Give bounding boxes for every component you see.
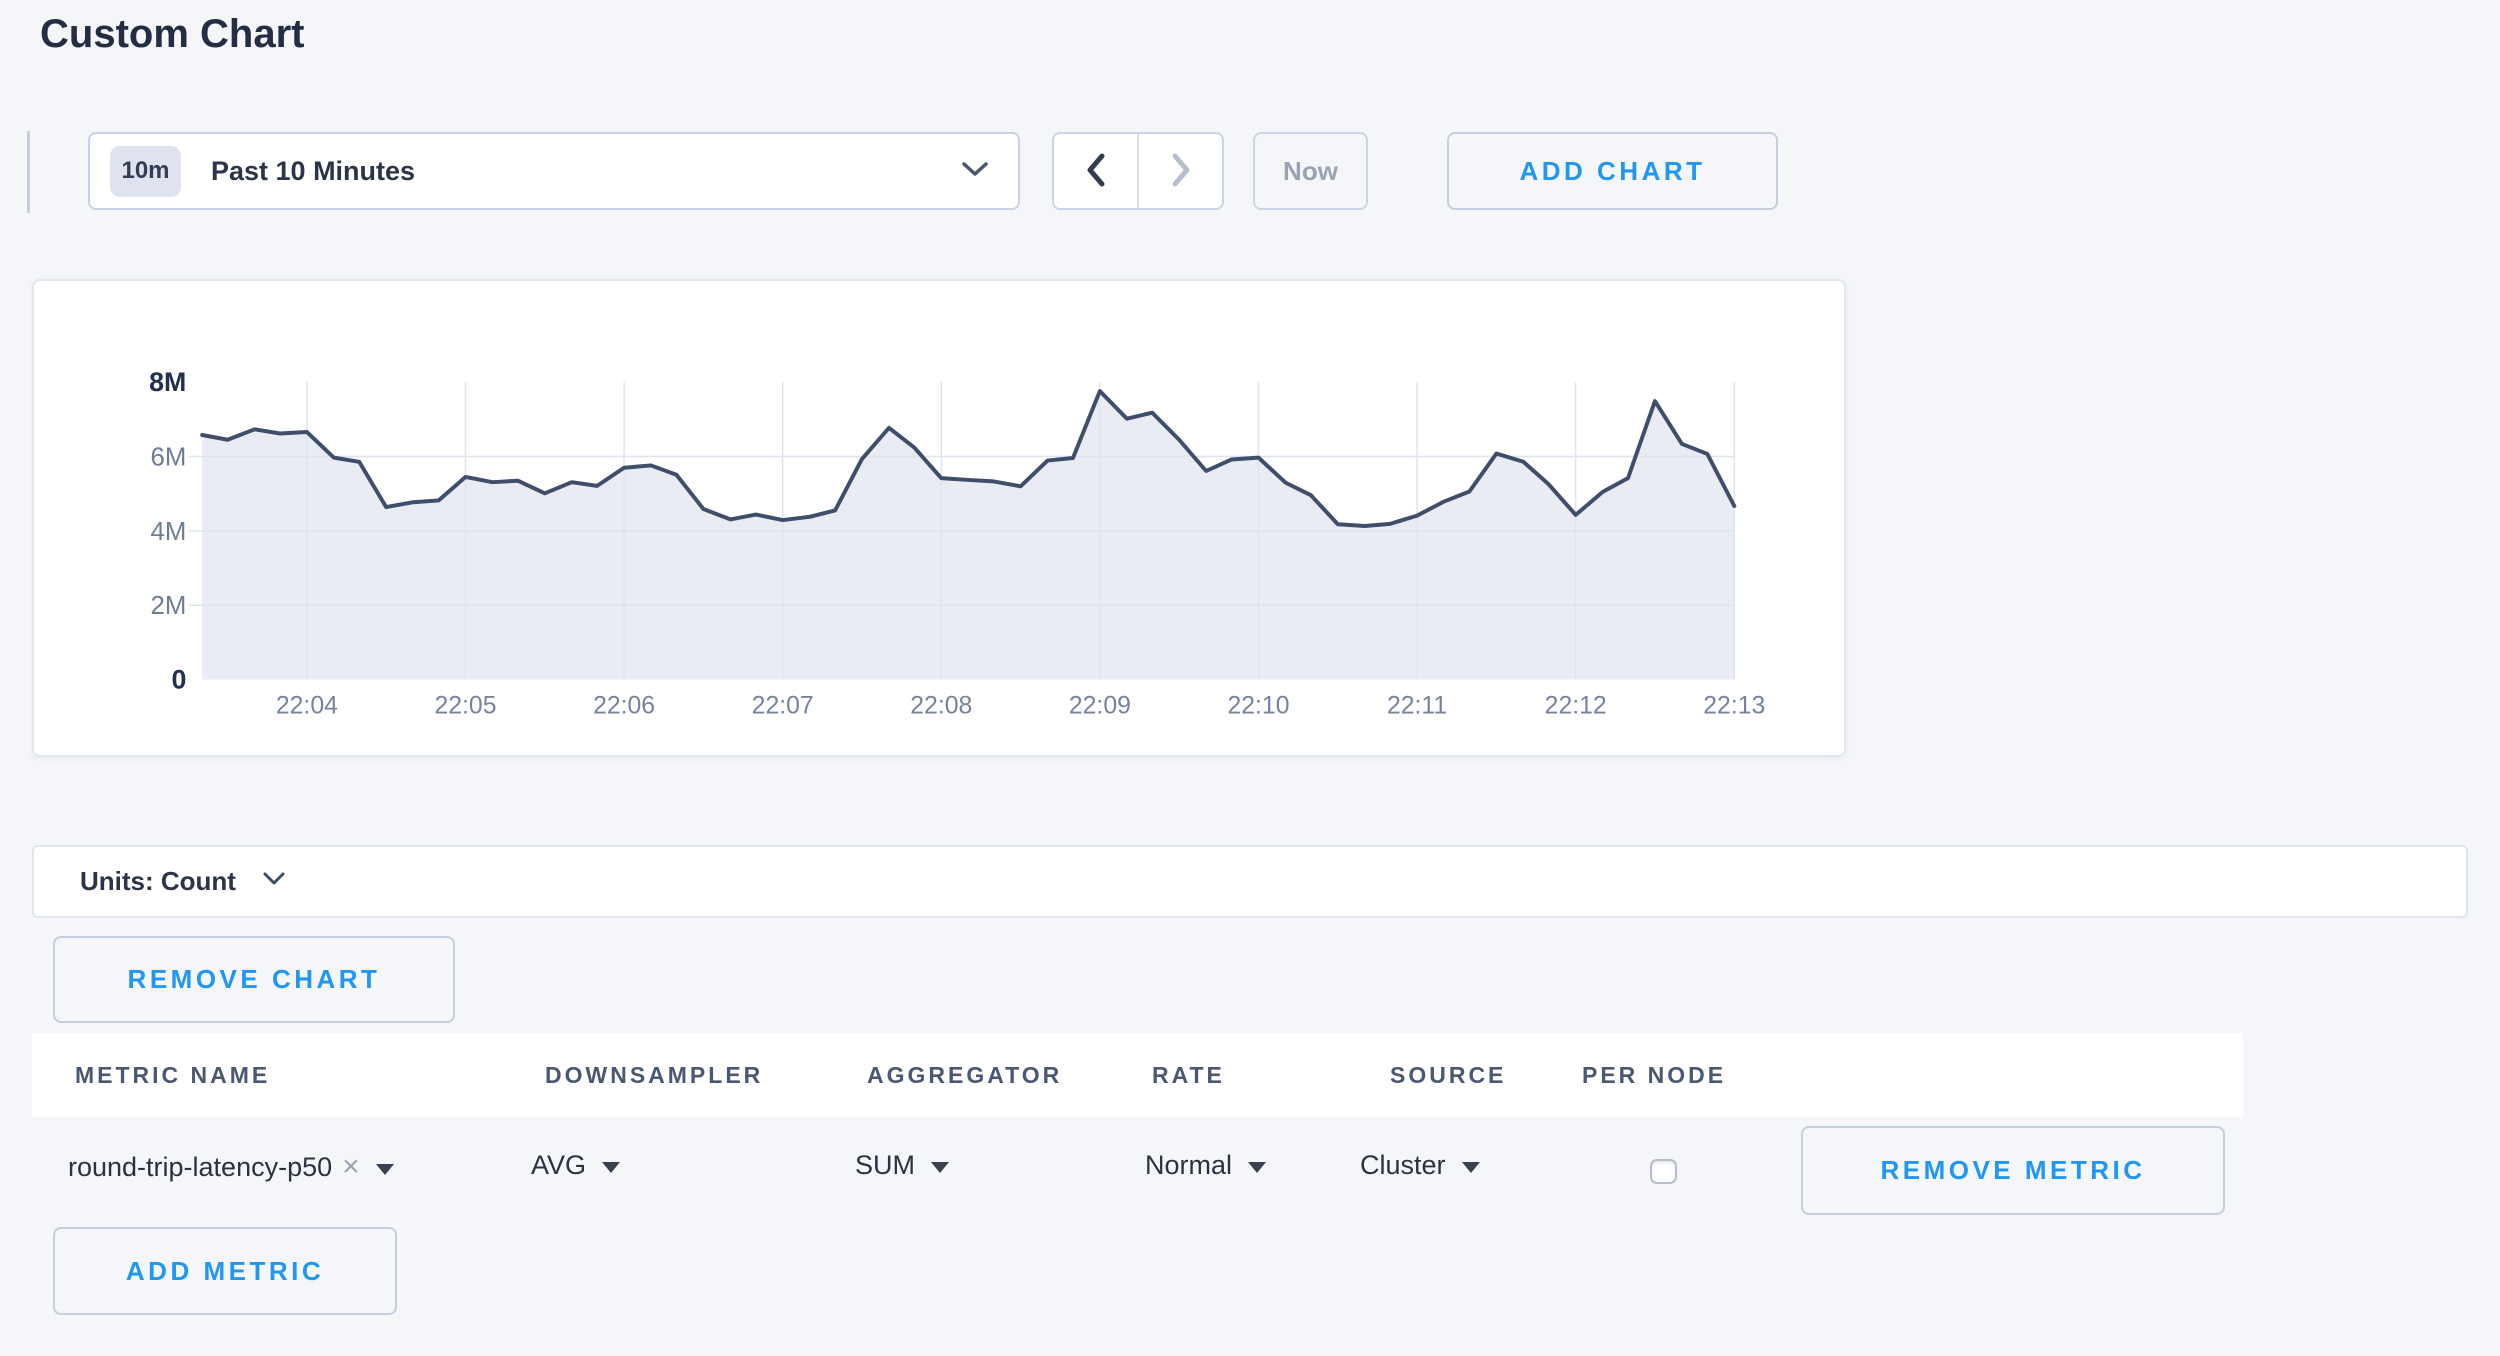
svg-text:22:10: 22:10 <box>1227 692 1289 719</box>
downsampler-select[interactable]: AVG <box>531 1150 620 1181</box>
units-label: Units: Count <box>80 866 236 897</box>
time-step-button-group <box>1052 132 1224 210</box>
aggregator-select[interactable]: SUM <box>855 1150 949 1181</box>
svg-text:0: 0 <box>171 665 186 695</box>
caret-down-icon <box>1462 1162 1480 1173</box>
svg-text:22:13: 22:13 <box>1703 692 1765 719</box>
source-select[interactable]: Cluster <box>1360 1150 1480 1181</box>
rate-value: Normal <box>1145 1150 1232 1181</box>
column-header-metric-name: METRIC NAME <box>75 1033 270 1117</box>
chevron-down-icon <box>262 871 286 892</box>
chevron-left-icon <box>1084 151 1108 192</box>
units-dropdown[interactable]: Units: Count <box>32 845 2468 918</box>
svg-text:22:12: 22:12 <box>1545 692 1607 719</box>
caret-down-icon <box>376 1164 394 1175</box>
time-series-chart[interactable]: 22:04 22:05 22:06 22:07 22:08 22:09 22:10 22:11… <box>34 281 1844 755</box>
caret-down-icon <box>931 1162 949 1173</box>
chart-card: 22:04 22:05 22:06 22:07 22:08 22:09 22:10 22:11… <box>32 279 1846 757</box>
toolbar-left-divider <box>27 131 30 213</box>
metric-name-value: round-trip-latency-p50 <box>68 1152 332 1183</box>
svg-text:6M: 6M <box>151 443 187 471</box>
chevron-right-icon <box>1169 151 1193 192</box>
add-chart-button[interactable]: ADD CHART <box>1447 132 1778 210</box>
svg-text:22:05: 22:05 <box>434 692 496 719</box>
caret-down-icon <box>1248 1162 1266 1173</box>
column-header-aggregator: AGGREGATOR <box>867 1033 1062 1117</box>
time-range-dropdown[interactable]: 10m Past 10 Minutes <box>88 132 1020 210</box>
time-back-button[interactable] <box>1054 134 1137 208</box>
column-header-rate: RATE <box>1152 1033 1225 1117</box>
aggregator-value: SUM <box>855 1150 915 1181</box>
remove-metric-button[interactable]: REMOVE METRIC <box>1801 1126 2225 1215</box>
downsampler-value: AVG <box>531 1150 586 1181</box>
clear-metric-icon[interactable]: × <box>342 1150 360 1184</box>
remove-chart-button[interactable]: REMOVE CHART <box>53 936 455 1023</box>
svg-text:22:11: 22:11 <box>1387 692 1447 719</box>
source-value: Cluster <box>1360 1150 1446 1181</box>
svg-text:8M: 8M <box>149 367 186 397</box>
now-button[interactable]: Now <box>1253 132 1368 210</box>
time-range-label: Past 10 Minutes <box>211 156 415 187</box>
rate-select[interactable]: Normal <box>1145 1150 1266 1181</box>
caret-down-icon <box>602 1162 620 1173</box>
svg-text:22:08: 22:08 <box>910 692 972 719</box>
metrics-table-header: METRIC NAME DOWNSAMPLER AGGREGATOR RATE … <box>32 1033 2243 1117</box>
per-node-checkbox[interactable] <box>1650 1159 1677 1184</box>
svg-text:4M: 4M <box>151 518 187 546</box>
svg-text:22:09: 22:09 <box>1069 692 1131 719</box>
chevron-down-icon <box>960 159 990 184</box>
page-title: Custom Chart <box>40 12 304 57</box>
add-metric-button[interactable]: ADD METRIC <box>53 1227 397 1315</box>
column-header-per-node: PER NODE <box>1582 1033 1726 1117</box>
column-header-downsampler: DOWNSAMPLER <box>545 1033 763 1117</box>
svg-text:22:04: 22:04 <box>276 692 338 719</box>
time-range-badge: 10m <box>110 146 181 197</box>
svg-text:22:06: 22:06 <box>593 692 655 719</box>
time-forward-button[interactable] <box>1137 134 1222 208</box>
svg-text:22:07: 22:07 <box>752 692 814 719</box>
custom-chart-page: Custom Chart 10m Past 10 Minutes Now ADD… <box>0 0 2500 1356</box>
svg-text:2M: 2M <box>151 592 187 620</box>
column-header-source: SOURCE <box>1390 1033 1506 1117</box>
metric-name-select[interactable]: round-trip-latency-p50 × <box>68 1150 394 1184</box>
